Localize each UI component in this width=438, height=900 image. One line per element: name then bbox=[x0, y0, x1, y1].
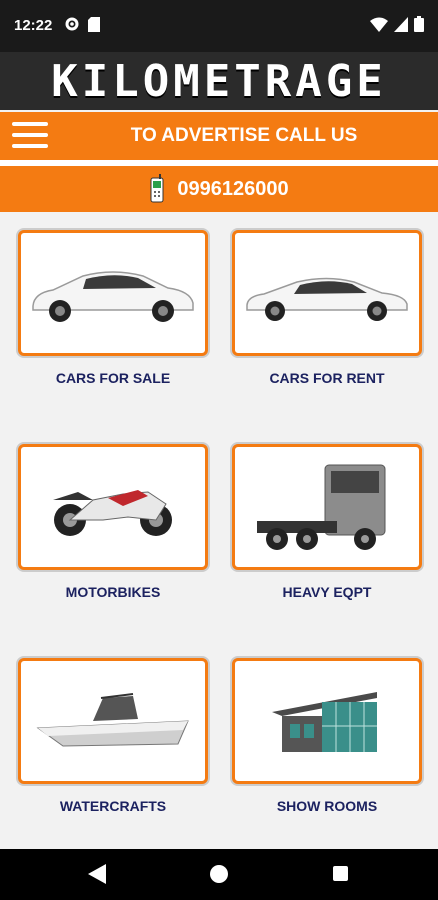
home-icon[interactable] bbox=[210, 865, 228, 883]
category-image-frame[interactable] bbox=[232, 230, 422, 356]
app-logo: KILOMETRAGE bbox=[0, 52, 438, 110]
category-label: CARS FOR SALE bbox=[55, 370, 171, 386]
category-image-frame[interactable] bbox=[232, 658, 422, 784]
category-motorbikes[interactable]: MOTORBIKES bbox=[18, 444, 208, 600]
motorbike-icon bbox=[53, 490, 172, 536]
category-label: CARS FOR RENT bbox=[269, 370, 385, 386]
category-image-frame[interactable] bbox=[18, 444, 208, 570]
category-label: HEAVY EQPT bbox=[282, 584, 372, 600]
category-cars-for-rent[interactable]: CARS FOR RENT bbox=[232, 230, 422, 386]
category-cars-for-sale[interactable]: CARS FOR SALE bbox=[18, 230, 208, 386]
category-heavy-eqpt[interactable]: HEAVY EQPT bbox=[232, 444, 422, 600]
category-label: WATERCRAFTS bbox=[59, 798, 167, 814]
category-show-rooms[interactable]: SHOW ROOMS bbox=[232, 658, 422, 814]
logo-text: KILOMETRAGE bbox=[51, 55, 387, 107]
status-bar: 12:22 bbox=[0, 0, 438, 52]
status-time: 12:22 bbox=[14, 17, 53, 34]
category-label: MOTORBIKES bbox=[65, 584, 161, 600]
sedan-car-icon bbox=[246, 277, 408, 321]
showroom-icon bbox=[272, 691, 377, 752]
category-watercrafts[interactable]: WATERCRAFTS bbox=[18, 658, 208, 814]
phone-icon bbox=[150, 174, 164, 203]
sd-card-icon bbox=[88, 17, 100, 32]
category-image-frame[interactable] bbox=[18, 230, 208, 356]
recents-icon[interactable] bbox=[333, 866, 348, 881]
wifi-icon bbox=[370, 17, 388, 32]
phone-number: 0996126000 bbox=[177, 177, 289, 200]
battery-icon bbox=[414, 16, 424, 32]
truck-icon bbox=[257, 464, 386, 550]
category-image-frame[interactable] bbox=[18, 658, 208, 784]
menu-icon[interactable] bbox=[12, 122, 48, 150]
category-label: SHOW ROOMS bbox=[276, 798, 378, 814]
settings-icon bbox=[65, 17, 79, 31]
back-icon[interactable] bbox=[88, 864, 106, 884]
boat-icon bbox=[36, 693, 189, 747]
suv-car-icon bbox=[32, 271, 194, 322]
signal-icon bbox=[394, 16, 408, 32]
phone-bar[interactable]: 0996126000 bbox=[0, 166, 438, 212]
advertise-bar: TO ADVERTISE CALL US bbox=[0, 112, 438, 160]
advertise-text: TO ADVERTISE CALL US bbox=[130, 125, 358, 146]
category-grid: CARS FOR SALE CARS FOR RENT MOTORBIKES H… bbox=[0, 212, 438, 849]
system-nav-bar bbox=[0, 849, 438, 900]
category-image-frame[interactable] bbox=[232, 444, 422, 570]
